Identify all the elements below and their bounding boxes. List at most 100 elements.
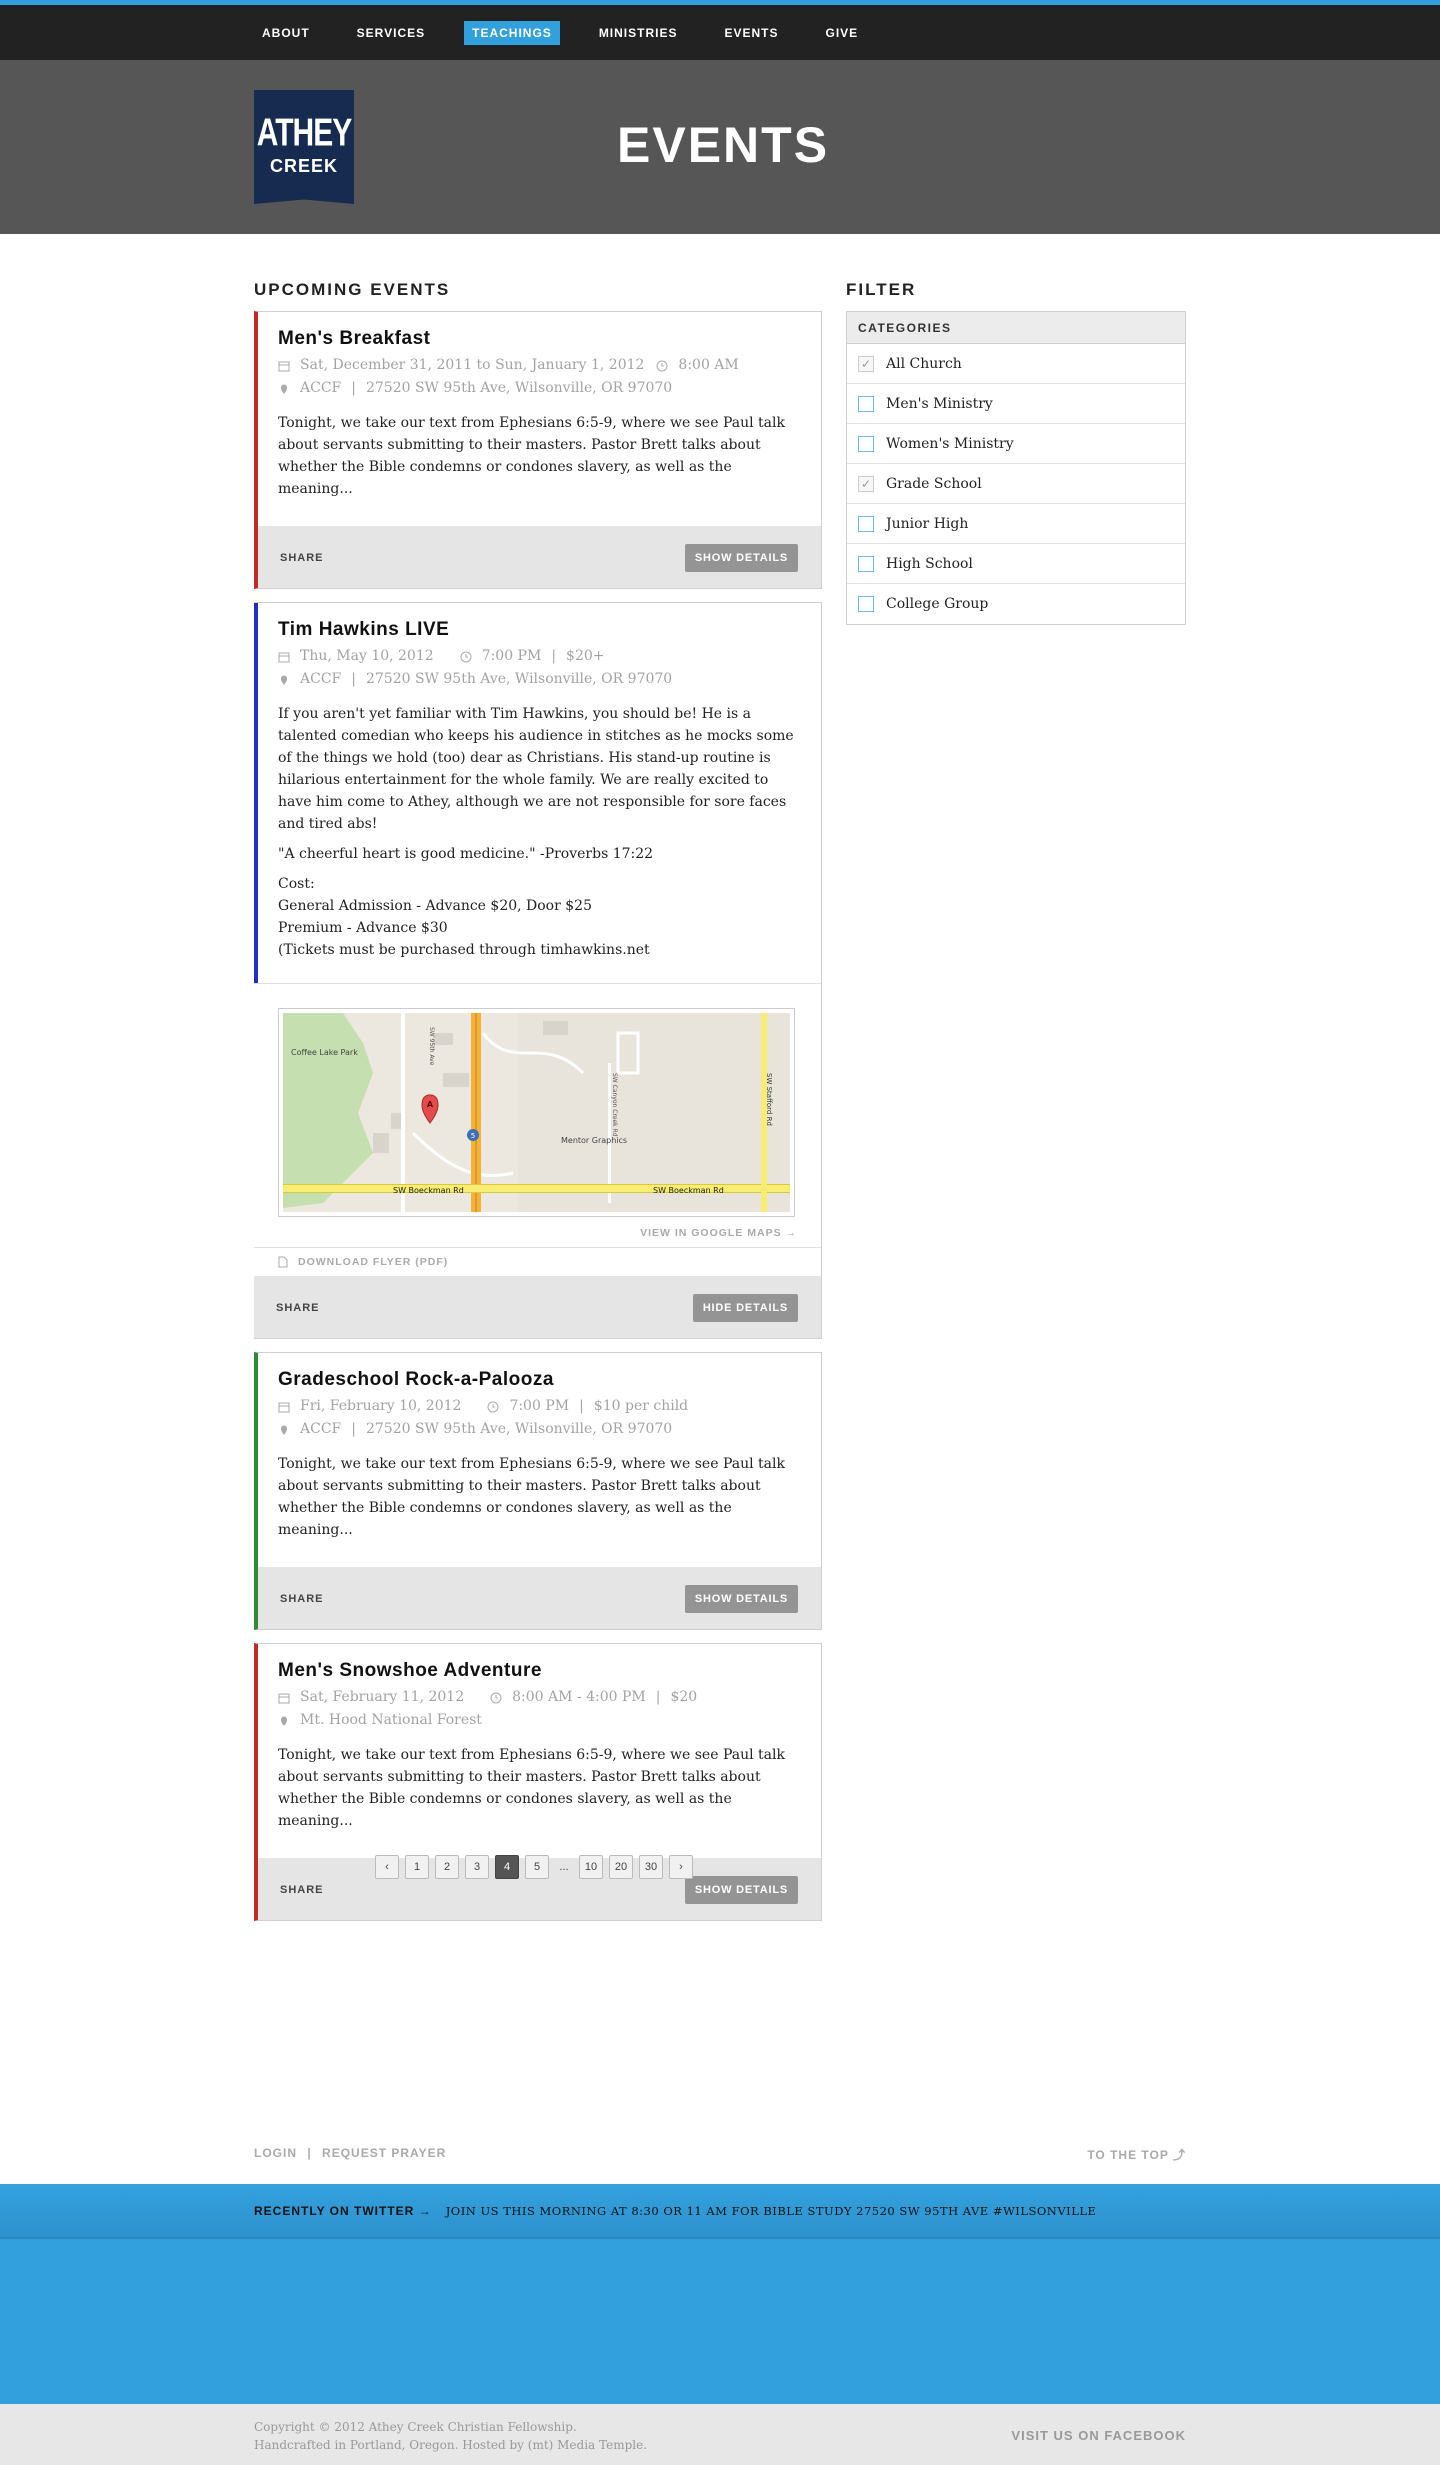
filter-label: Women's Ministry bbox=[886, 435, 1014, 452]
event-time: 7:00 PM bbox=[481, 648, 542, 664]
event-title[interactable]: Men's Snowshoe Adventure bbox=[278, 1660, 799, 1682]
twitter-bar: RECENTLY ON TWITTER → JOIN US THIS MORNI… bbox=[0, 2184, 1440, 2239]
event-address: 27520 SW 95th Ave, Wilsonville, OR 97070 bbox=[365, 380, 673, 396]
filter-mens-ministry[interactable]: Men's Ministry bbox=[847, 384, 1185, 424]
nav-services[interactable]: Services bbox=[349, 21, 433, 45]
filter-high-school[interactable]: High School bbox=[847, 544, 1185, 584]
map-marker-label: A bbox=[427, 1100, 434, 1109]
event-footer: SHARE SHOW DETAILS bbox=[258, 526, 821, 588]
show-details-button[interactable]: SHOW DETAILS bbox=[684, 1584, 798, 1613]
event-location: ACCF bbox=[300, 671, 342, 687]
event-description: Tonight, we take our text from Ephesians… bbox=[278, 415, 785, 497]
calendar-icon bbox=[278, 652, 290, 662]
copyright-block: Copyright © 2012 Athey Creek Christian F… bbox=[254, 2418, 647, 2454]
twitter-section: RECENTLY ON TWITTER → JOIN US THIS MORNI… bbox=[0, 2184, 1440, 2404]
checkbox-checked[interactable]: ✓ bbox=[858, 475, 874, 492]
filter-label: Men's Ministry bbox=[886, 395, 993, 412]
download-flyer-link[interactable]: DOWNLOAD FLYER (PDF) bbox=[254, 1247, 821, 1276]
checkbox[interactable] bbox=[858, 596, 874, 612]
request-prayer-link[interactable]: REQUEST PRAYER bbox=[322, 2146, 446, 2160]
map-label-shield: 5 bbox=[471, 1132, 475, 1140]
cost-line: Cost: bbox=[278, 876, 315, 892]
event-list: Men's Breakfast Sat, December 31, 2011 t… bbox=[254, 311, 822, 1934]
pagination-page-30[interactable]: 30 bbox=[639, 1855, 663, 1879]
main-nav: About Services Teachings Ministries Even… bbox=[0, 5, 1440, 60]
to-the-top-link[interactable]: TO THE TOP ⤴ bbox=[1087, 2146, 1186, 2163]
upcoming-events-heading: UPCOMING EVENTS bbox=[254, 280, 451, 299]
event-address: 27520 SW 95th Ave, Wilsonville, OR 97070 bbox=[365, 671, 673, 687]
event-datetime: Sat, December 31, 2011 to Sun, January 1… bbox=[278, 354, 799, 377]
event-card: Men's Snowshoe Adventure Sat, February 1… bbox=[254, 1643, 822, 1921]
pagination: ‹ 1 2 3 4 5 ... 10 20 30 › bbox=[375, 1855, 699, 1879]
map-label-road: SW Boeckman Rd bbox=[653, 1186, 724, 1195]
map-pin-icon bbox=[281, 675, 287, 685]
event-title[interactable]: Gradeschool Rock-a-Palooza bbox=[278, 1369, 799, 1391]
filter-womens-ministry[interactable]: Women's Ministry bbox=[847, 424, 1185, 464]
show-details-button[interactable]: SHOW DETAILS bbox=[684, 543, 798, 572]
event-datetime: Fri, February 10, 2012 7:00 PM | $10 per c… bbox=[278, 1395, 799, 1418]
nav-teachings[interactable]: Teachings bbox=[464, 20, 560, 45]
logo-line-2: CREEK bbox=[269, 156, 338, 176]
pagination-page-20[interactable]: 20 bbox=[609, 1855, 633, 1879]
event-location-row: ACCF | 27520 SW 95th Ave, Wilsonville, OR … bbox=[278, 377, 799, 400]
pagination-next[interactable]: › bbox=[669, 1855, 693, 1879]
share-link[interactable]: SHARE bbox=[280, 1593, 324, 1605]
share-link[interactable]: SHARE bbox=[276, 1302, 320, 1314]
cost-line: (Tickets must be purchased through timha… bbox=[278, 942, 650, 958]
login-link[interactable]: LOGIN bbox=[254, 2146, 297, 2160]
athey-creek-logo[interactable]: ATHEY CREEK bbox=[254, 90, 354, 204]
share-link[interactable]: SHARE bbox=[280, 552, 324, 564]
event-footer: SHARE HIDE DETAILS bbox=[254, 1276, 821, 1338]
nav-give[interactable]: Give bbox=[818, 21, 867, 45]
event-card: Men's Breakfast Sat, December 31, 2011 t… bbox=[254, 311, 822, 589]
show-details-button[interactable]: SHOW DETAILS bbox=[684, 1875, 798, 1904]
event-title[interactable]: Men's Breakfast bbox=[278, 328, 799, 350]
filter-heading: FILTER bbox=[846, 280, 917, 299]
event-price: $20+ bbox=[566, 648, 605, 664]
footer-links: LOGIN | REQUEST PRAYER TO THE TOP ⤴ bbox=[254, 2146, 1186, 2163]
calendar-icon bbox=[278, 1402, 290, 1412]
filter-grade-school[interactable]: ✓ Grade School bbox=[847, 464, 1185, 504]
filter-college-group[interactable]: College Group bbox=[847, 584, 1185, 624]
latest-tweet[interactable]: JOIN US THIS MORNING AT 8:30 OR 11 AM FO… bbox=[446, 2204, 1097, 2218]
google-map[interactable]: 5 Coffee Lake Park SW Boeckman Rd SW Boe… bbox=[278, 1008, 795, 1217]
pagination-page-4-current[interactable]: 4 bbox=[495, 1855, 519, 1879]
pagination-page-10[interactable]: 10 bbox=[579, 1855, 603, 1879]
map-label-park: Coffee Lake Park bbox=[291, 1048, 358, 1057]
event-price: $20 bbox=[670, 1689, 698, 1705]
view-google-maps-link[interactable]: VIEW IN GOOGLE MAPS → bbox=[278, 1227, 797, 1247]
checkbox[interactable] bbox=[858, 555, 874, 572]
checkbox-checked[interactable]: ✓ bbox=[858, 355, 874, 372]
event-location: ACCF bbox=[300, 1421, 342, 1437]
nav-events[interactable]: Events bbox=[716, 21, 786, 45]
copyright-text: Copyright © 2012 Athey Creek Christian F… bbox=[254, 2420, 577, 2434]
filter-junior-high[interactable]: Junior High bbox=[847, 504, 1185, 544]
share-link[interactable]: SHARE bbox=[280, 1884, 324, 1896]
footer-divider: | bbox=[307, 2146, 312, 2160]
checkbox[interactable] bbox=[858, 435, 874, 452]
filter-label: Grade School bbox=[886, 475, 982, 492]
pagination-page-3[interactable]: 3 bbox=[465, 1855, 489, 1879]
pagination-page-1[interactable]: 1 bbox=[405, 1855, 429, 1879]
nav-about[interactable]: About bbox=[254, 21, 318, 45]
hide-details-button[interactable]: HIDE DETAILS bbox=[692, 1293, 798, 1322]
document-icon bbox=[278, 1256, 288, 1268]
checkbox[interactable] bbox=[858, 515, 874, 532]
checkbox[interactable] bbox=[858, 395, 874, 412]
facebook-link[interactable]: VISIT US ON FACEBOOK bbox=[1011, 2428, 1186, 2443]
pagination-page-2[interactable]: 2 bbox=[435, 1855, 459, 1879]
filter-label: High School bbox=[886, 555, 973, 572]
filter-all-church[interactable]: ✓ All Church bbox=[847, 344, 1185, 384]
event-description: Tonight, we take our text from Ephesians… bbox=[278, 1456, 785, 1538]
nav-ministries[interactable]: Ministries bbox=[591, 21, 686, 45]
event-title[interactable]: Tim Hawkins LIVE bbox=[278, 619, 799, 641]
download-flyer-label: DOWNLOAD FLYER (PDF) bbox=[298, 1256, 449, 1268]
event-location-row: Mt. Hood National Forest bbox=[278, 1709, 799, 1732]
event-datetime: Thu, May 10, 2012 7:00 PM | $20+ bbox=[278, 645, 799, 668]
calendar-icon bbox=[278, 361, 290, 371]
event-map-section: 5 Coffee Lake Park SW Boeckman Rd SW Boe… bbox=[254, 983, 821, 1247]
clock-icon bbox=[487, 1401, 499, 1412]
pagination-prev[interactable]: ‹ bbox=[375, 1855, 399, 1879]
pagination-page-5[interactable]: 5 bbox=[525, 1855, 549, 1879]
map-pin-icon bbox=[281, 1716, 287, 1726]
